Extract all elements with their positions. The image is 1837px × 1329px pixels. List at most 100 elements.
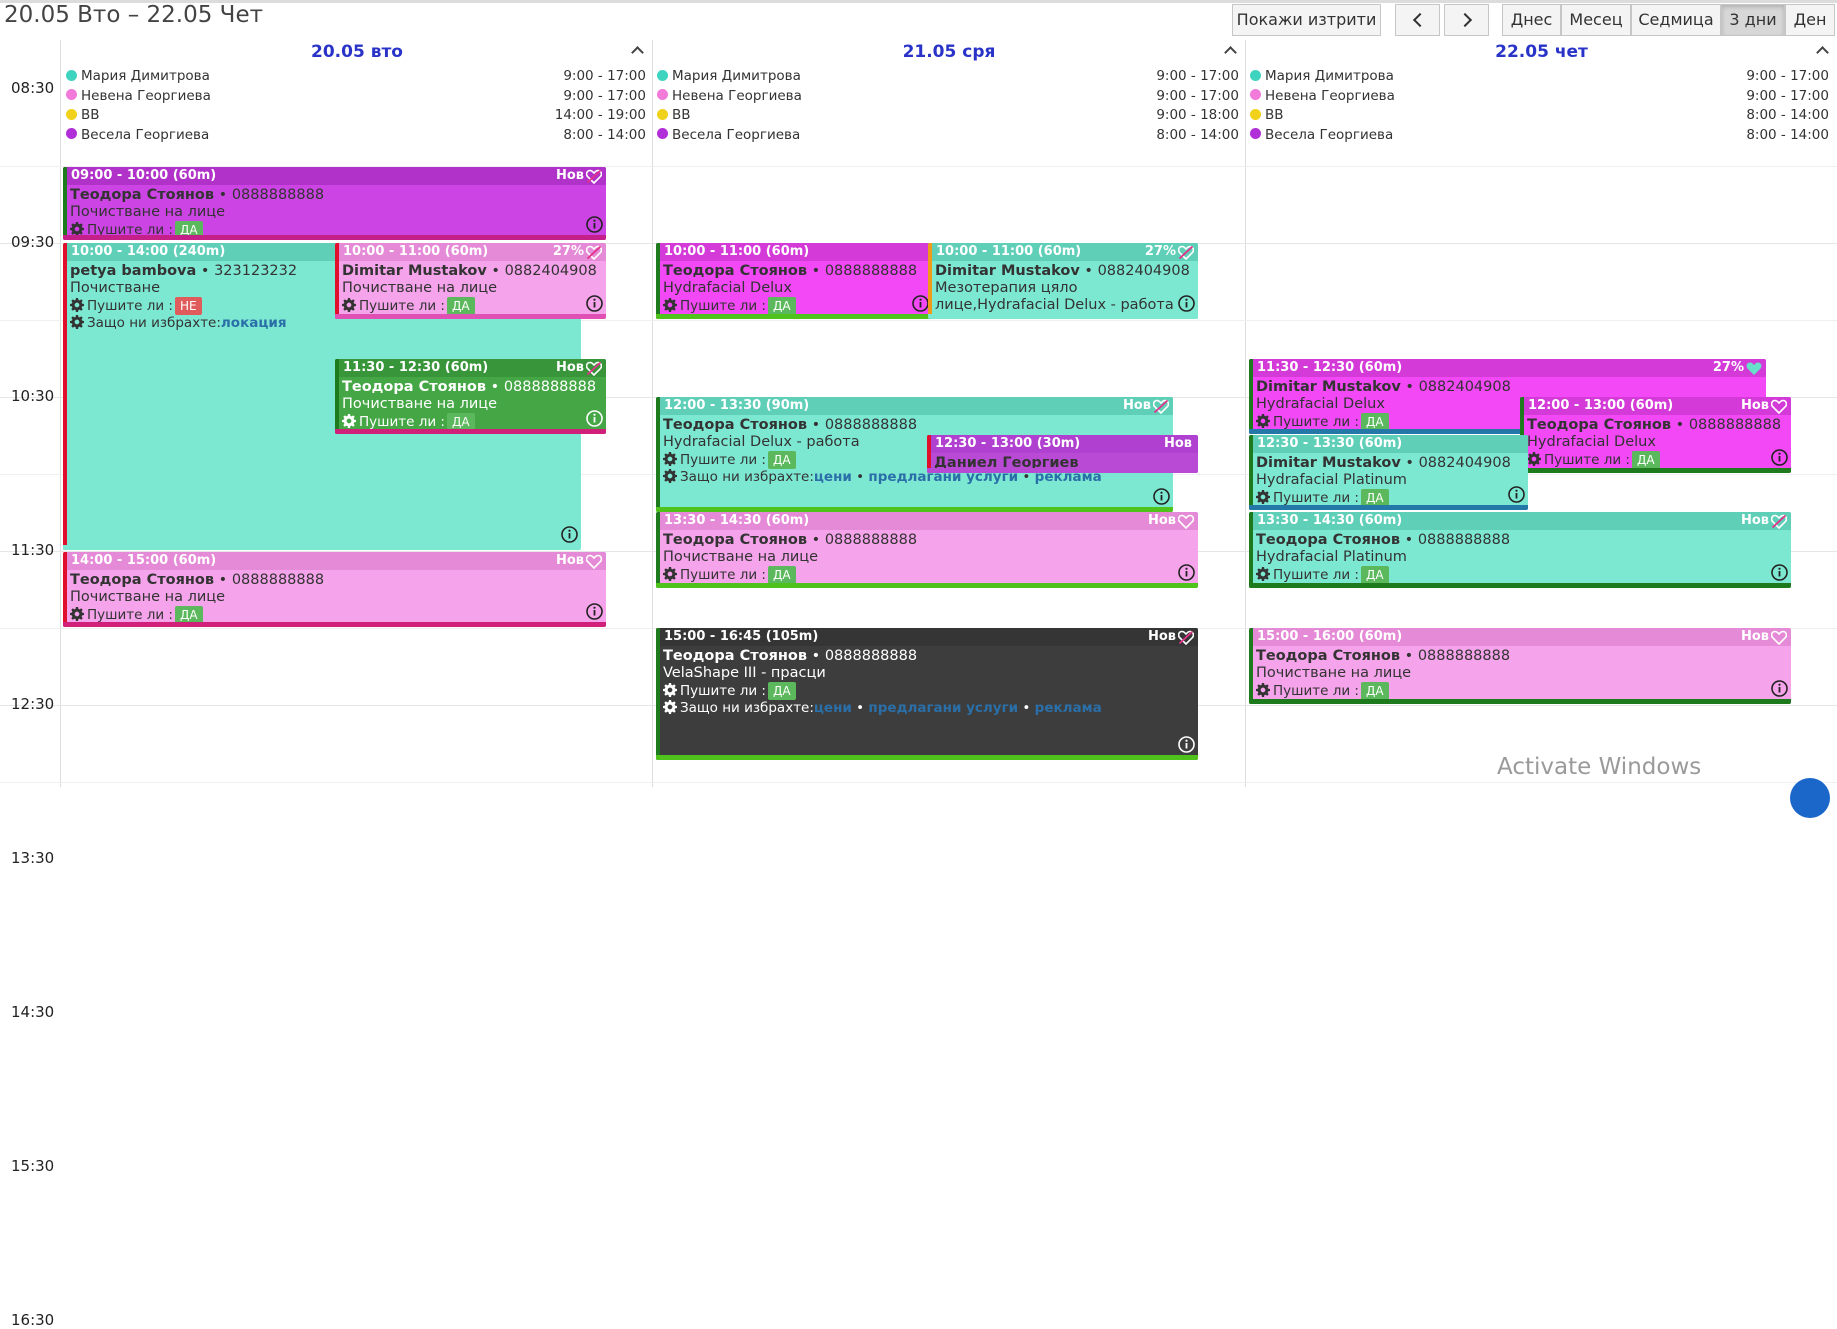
staff-color-dot-icon xyxy=(1250,108,1261,120)
appointment-event[interactable]: 11:30 - 12:30 (60m) Нов Теодора Стоянов • … xyxy=(335,359,606,434)
staff-row: Весела Георгиева xyxy=(657,127,800,147)
event-body: Dimitar Mustakov • 0882404908 Hydrafacial… xyxy=(1256,454,1524,507)
separator-dot: • xyxy=(1400,379,1419,395)
client-phone: 0882404908 xyxy=(1418,379,1511,395)
appointment-event[interactable]: 15:00 - 16:00 (60m) Нов Теодора Стоянов • … xyxy=(1249,628,1791,704)
heart-crossed-icon[interactable] xyxy=(585,169,603,185)
appointment-event[interactable]: 10:00 - 11:00 (60m) Теодора Стоянов • 088… xyxy=(656,243,932,319)
info-icon[interactable] xyxy=(586,603,603,620)
calendar-app: 20.05 Вто – 22.05 Чет Покажи изтрити Дне… xyxy=(0,0,1837,1329)
info-icon[interactable] xyxy=(586,410,603,427)
info-icon[interactable] xyxy=(1508,486,1525,503)
heart-crossed-icon[interactable] xyxy=(1770,514,1788,530)
view-day-button[interactable]: Ден xyxy=(1785,4,1835,36)
today-button[interactable]: Днес xyxy=(1502,4,1561,36)
event-bottom-stripe xyxy=(1520,468,1791,473)
column-date[interactable]: 20.05 вто xyxy=(62,40,652,64)
heart-crossed-icon[interactable] xyxy=(585,361,603,377)
heart-icon[interactable] xyxy=(1746,361,1762,376)
gear-icon xyxy=(663,452,677,466)
info-icon[interactable] xyxy=(586,216,603,233)
info-icon[interactable] xyxy=(1178,736,1195,753)
calendar-grid: 08:30 09:30 10:30 11:30 12:30 13:30 14:30 15:30… xyxy=(0,40,1837,1329)
heart-crossed-icon[interactable] xyxy=(585,245,603,261)
info-icon[interactable] xyxy=(1178,295,1195,312)
separator-dot: • xyxy=(486,379,504,395)
heart-crossed-icon[interactable] xyxy=(1152,399,1170,415)
column-date[interactable]: 22.05 чет xyxy=(1246,40,1837,64)
show-deleted-button[interactable]: Покажи изтрити xyxy=(1232,4,1381,36)
appointment-event[interactable]: 13:30 - 14:30 (60m) Нов Теодора Стоянов • … xyxy=(1249,512,1791,588)
client-name: Dimitar Mustakov xyxy=(935,263,1080,279)
day-column-header: 20.05 вто Мария Димитрова 9:00 - 17:00 Неве… xyxy=(62,40,652,152)
client-phone: 323123232 xyxy=(214,263,298,279)
event-time: 13:30 - 14:30 (60m) xyxy=(664,513,810,528)
client-phone: 0888888888 xyxy=(231,187,325,203)
appointment-event[interactable]: 12:30 - 13:30 (60m) Dimitar Mustakov • 08… xyxy=(1249,435,1528,510)
event-bottom-stripe xyxy=(928,314,1198,319)
info-icon[interactable] xyxy=(586,295,603,312)
appointment-event[interactable]: 14:00 - 15:00 (60m) Нов Теодора Стоянов • … xyxy=(63,552,606,627)
staff-row: Невена Георгиева xyxy=(66,88,211,108)
appointment-event[interactable]: 10:00 - 11:00 (60m) 27% Dimitar Mustakov •… xyxy=(335,243,606,319)
event-status: 27% xyxy=(552,244,584,259)
event-service: VelaShape III - прасци xyxy=(663,665,826,681)
staff-name: Мария Димитрова xyxy=(1265,68,1394,84)
view-month-button[interactable]: Месец xyxy=(1561,4,1631,36)
event-client: Теодора Стоянов • 0888888888 xyxy=(663,647,1194,665)
appointment-event[interactable]: 09:00 - 10:00 (60m) Нов Теодора Стоянов • … xyxy=(63,167,606,240)
heart-icon[interactable] xyxy=(585,554,603,570)
info-icon[interactable] xyxy=(1771,564,1788,581)
event-client: Dimitar Mustakov • 0882404908 xyxy=(1256,454,1524,472)
appointment-event[interactable]: 13:30 - 14:30 (60m) Нов Теодора Стоянов • … xyxy=(656,512,1198,588)
heart-icon[interactable] xyxy=(1177,514,1195,530)
question-text: Пушите ли : xyxy=(680,298,766,314)
heart-icon[interactable] xyxy=(1770,630,1788,646)
info-icon[interactable] xyxy=(1153,488,1170,505)
event-status: Нов xyxy=(555,553,584,568)
view-week-button[interactable]: Седмица xyxy=(1631,4,1721,36)
question-text: Пушите ли : xyxy=(1273,490,1359,506)
separator-dot: • xyxy=(486,263,505,279)
prev-button[interactable] xyxy=(1395,4,1440,36)
event-left-stripe xyxy=(335,243,339,319)
appointment-event[interactable]: 10:00 - 11:00 (60m) 27% Dimitar Mustakov •… xyxy=(928,243,1198,319)
question-smoking: Пушите ли :ДА xyxy=(663,566,1194,584)
info-icon[interactable] xyxy=(1771,449,1788,466)
floating-action-button[interactable] xyxy=(1790,778,1830,818)
event-header: 15:00 - 16:45 (105m) Нов xyxy=(656,628,1198,646)
gear-icon xyxy=(70,222,84,236)
event-body: Теодора Стоянов • 0888888888 VelaShape II… xyxy=(663,647,1194,717)
appointment-event[interactable]: 12:30 - 13:00 (30m) Нов Даниел Георгиев xyxy=(927,435,1198,473)
client-phone: 0888888888 xyxy=(1417,648,1511,664)
event-service: Мезотерапия цяло лице,Hydrafacial Delux … xyxy=(935,280,1174,313)
answer-badge: ДА xyxy=(767,297,796,315)
gear-icon xyxy=(663,469,677,483)
heart-icon[interactable] xyxy=(1770,399,1788,415)
heart-crossed-icon[interactable] xyxy=(1177,630,1195,646)
gear-icon xyxy=(70,607,84,621)
client-name: Теодора Стоянов xyxy=(1256,648,1401,664)
next-button[interactable] xyxy=(1444,4,1489,36)
event-header: 11:30 - 12:30 (60m) Нов xyxy=(335,359,606,377)
info-icon[interactable] xyxy=(1178,564,1195,581)
view-3days-button[interactable]: 3 дни xyxy=(1721,4,1785,36)
staff-color-dot-icon xyxy=(66,108,77,120)
staff-name: Весела Георгиева xyxy=(672,126,801,143)
info-icon[interactable] xyxy=(561,526,578,543)
time-label: 12:30 xyxy=(11,695,55,713)
staff-hours: 9:00 - 17:00 xyxy=(563,68,646,84)
client-phone: 0888888888 xyxy=(824,532,918,548)
staff-color-dot-icon xyxy=(1250,89,1261,100)
appointment-event[interactable]: 12:00 - 13:00 (60m) Нов Теодора Стоянов • … xyxy=(1520,397,1791,473)
column-date[interactable]: 21.05 сря xyxy=(653,40,1245,64)
info-icon[interactable] xyxy=(1771,680,1788,697)
client-name: Теодора Стоянов xyxy=(663,263,808,279)
question-text: Пушите ли : xyxy=(680,452,766,468)
time-label: 15:30 xyxy=(11,1157,55,1175)
appointment-event[interactable]: 15:00 - 16:45 (105m) Нов Теодора Стоянов •… xyxy=(656,628,1198,760)
question-text: Пушите ли : xyxy=(1273,567,1359,583)
event-bottom-stripe xyxy=(656,583,1198,588)
heart-crossed-icon[interactable] xyxy=(1177,245,1195,261)
info-icon[interactable] xyxy=(912,295,929,312)
